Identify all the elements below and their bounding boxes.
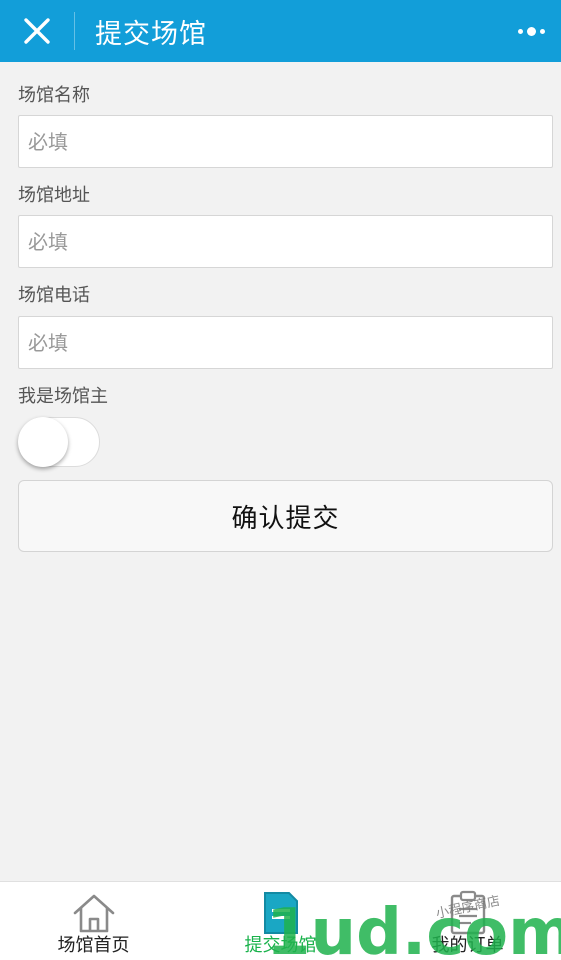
tab-my-orders[interactable]: 我的订单	[374, 882, 561, 960]
top-navigation-bar: 提交场馆	[0, 0, 561, 62]
venue-address-input[interactable]	[18, 215, 553, 268]
document-icon	[263, 892, 298, 934]
more-dots-icon-right	[539, 28, 545, 34]
tab-icon-wrap-orders	[447, 890, 489, 936]
tab-icon-wrap-submit	[261, 890, 301, 936]
venue-name-input[interactable]	[18, 115, 553, 168]
tab-submit-venue[interactable]: 提交场馆	[187, 882, 374, 960]
tab-icon-wrap-home	[71, 890, 117, 936]
venue-owner-label: 我是场馆主	[18, 386, 108, 407]
more-dots-icon	[517, 28, 523, 34]
bottom-tab-bar: 场馆首页 提交场馆 我的订单	[0, 881, 561, 960]
close-button[interactable]	[0, 0, 74, 62]
clipboard-icon	[450, 890, 485, 935]
page-title: 提交场馆	[95, 18, 207, 50]
home-icon	[73, 894, 114, 933]
close-icon	[24, 18, 50, 44]
venue-owner-toggle[interactable]	[18, 417, 100, 467]
tab-label-orders: 我的订单	[431, 935, 504, 956]
header-divider	[74, 12, 75, 50]
venue-phone-input[interactable]	[18, 316, 553, 369]
venue-name-label: 场馆名称	[18, 85, 90, 106]
tab-label-home: 场馆首页	[57, 935, 130, 956]
confirm-submit-button[interactable]: 确认提交	[18, 480, 553, 552]
tab-venue-home[interactable]: 场馆首页	[0, 882, 187, 960]
toggle-knob	[18, 417, 68, 467]
venue-address-label: 场馆地址	[18, 185, 90, 206]
tab-label-submit: 提交场馆	[244, 935, 317, 956]
more-dots-icon-center	[526, 26, 536, 36]
venue-phone-label: 场馆电话	[18, 285, 90, 306]
more-options-button[interactable]	[511, 14, 551, 48]
